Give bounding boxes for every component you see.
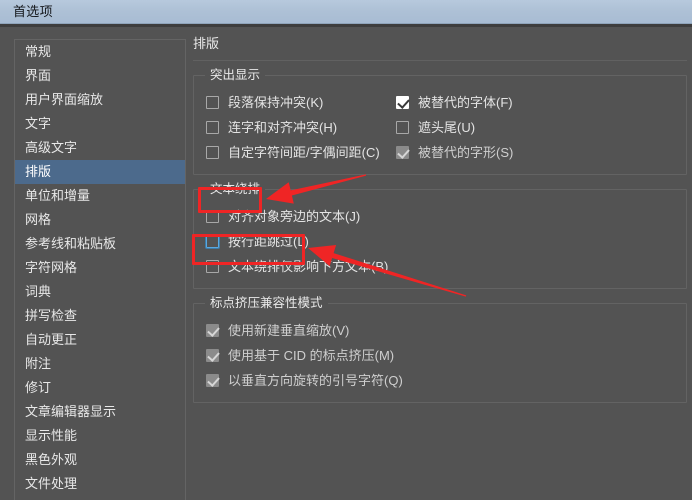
sidebar-item[interactable]: 字符网格 [15, 256, 185, 280]
sidebar-item[interactable]: 附注 [15, 352, 185, 376]
checkbox-box-icon[interactable] [396, 121, 409, 134]
checkbox-box-icon[interactable] [206, 349, 219, 362]
checkbox-label: 段落保持冲突(K) [228, 94, 324, 110]
checkbox-box-icon[interactable] [396, 146, 409, 159]
preferences-window: 首选项 常规 界面 用户界面缩放 文字 高级文字 排版 单位和增量 网格 参考线和粘贴板 字符网格… [0, 0, 692, 500]
checkbox-item[interactable]: 被替代的字形(S) [384, 145, 614, 161]
sidebar-item[interactable]: 排版 [15, 160, 185, 184]
checkbox-row: 使用基于 CID 的标点挤压(M) [194, 343, 686, 368]
sidebar-item[interactable]: 黑色外观 [15, 448, 185, 472]
checkbox-row: 连字和对齐冲突(H) 遮头尾(U) [194, 115, 686, 140]
page-title: 排版 [193, 36, 220, 51]
sidebar-item[interactable]: 修订 [15, 376, 185, 400]
checkbox-label: 被替代的字体(F) [418, 94, 513, 110]
checkbox-box-icon[interactable] [206, 121, 219, 134]
sidebar-item[interactable]: 词典 [15, 280, 185, 304]
panel-divider [193, 60, 687, 61]
checkbox-label: 连字和对齐冲突(H) [228, 119, 338, 135]
checkbox-item[interactable]: 使用基于 CID 的标点挤压(M) [194, 348, 686, 364]
checkbox-box-icon[interactable] [206, 146, 219, 159]
sidebar-item[interactable]: 用户界面缩放 [15, 88, 185, 112]
checkbox-label: 以垂直方向旋转的引号字符(Q) [228, 372, 403, 388]
checkbox-label: 文本绕排仅影响下方文本(B) [228, 258, 389, 274]
checkbox-row: 段落保持冲突(K) 被替代的字体(F) [194, 90, 686, 115]
checkbox-row: 使用新建垂直缩放(V) [194, 318, 686, 343]
checkbox-row: 按行距跳过(L) [194, 229, 686, 254]
sidebar-item[interactable]: 自动更正 [15, 328, 185, 352]
checkbox-box-icon[interactable] [206, 210, 219, 223]
sidebar-item[interactable]: 常规 [15, 40, 185, 64]
checkbox-label: 自定字符间距/字偶间距(C) [228, 144, 380, 160]
settings-group: 标点挤压兼容性模式使用新建垂直缩放(V) 使用基于 CID 的标点挤压(M) 以垂直… [193, 296, 687, 403]
checkbox-item[interactable]: 自定字符间距/字偶间距(C) [194, 145, 384, 161]
checkbox-row: 对齐对象旁边的文本(J) [194, 204, 686, 229]
group-legend: 文本绕排 [205, 182, 266, 197]
sidebar-item[interactable]: 文章编辑器显示 [15, 400, 185, 424]
preferences-category-list[interactable]: 常规 界面 用户界面缩放 文字 高级文字 排版 单位和增量 网格 参考线和粘贴板 字符网格 词典 拼写… [14, 39, 186, 500]
sidebar-item[interactable]: 剪贴板处理 [15, 496, 185, 500]
checkbox-label: 使用新建垂直缩放(V) [228, 322, 350, 338]
sidebar-item[interactable]: 高级文字 [15, 136, 185, 160]
sidebar-item[interactable]: 文件处理 [15, 472, 185, 496]
window-titlebar: 首选项 [0, 0, 692, 24]
sidebar-item[interactable]: 参考线和粘贴板 [15, 232, 185, 256]
sidebar-item[interactable]: 拼写检查 [15, 304, 185, 328]
checkbox-box-icon[interactable] [206, 235, 219, 248]
checkbox-box-icon[interactable] [396, 96, 409, 109]
checkbox-label: 对齐对象旁边的文本(J) [228, 208, 361, 224]
sidebar-item[interactable]: 网格 [15, 208, 185, 232]
checkbox-label: 按行距跳过(L) [228, 233, 309, 249]
checkbox-row: 文本绕排仅影响下方文本(B) [194, 254, 686, 279]
sidebar-item[interactable]: 单位和增量 [15, 184, 185, 208]
checkbox-item[interactable]: 文本绕排仅影响下方文本(B) [194, 259, 686, 275]
checkbox-item[interactable]: 连字和对齐冲突(H) [194, 120, 384, 136]
checkbox-row: 以垂直方向旋转的引号字符(Q) [194, 368, 686, 393]
window-title: 首选项 [13, 4, 53, 19]
checkbox-box-icon[interactable] [206, 374, 219, 387]
checkbox-row: 自定字符间距/字偶间距(C) 被替代的字形(S) [194, 140, 686, 165]
checkbox-item[interactable]: 按行距跳过(L) [194, 234, 686, 250]
settings-group: 文本绕排对齐对象旁边的文本(J) 按行距跳过(L) 文本绕排仅影响下方文本(B) [193, 182, 687, 289]
sidebar-item[interactable]: 界面 [15, 64, 185, 88]
checkbox-box-icon[interactable] [206, 260, 219, 273]
checkbox-item[interactable]: 以垂直方向旋转的引号字符(Q) [194, 373, 686, 389]
checkbox-item[interactable]: 对齐对象旁边的文本(J) [194, 209, 686, 225]
sidebar-item[interactable]: 文字 [15, 112, 185, 136]
checkbox-item[interactable]: 使用新建垂直缩放(V) [194, 323, 686, 339]
group-legend: 标点挤压兼容性模式 [205, 296, 328, 311]
checkbox-box-icon[interactable] [206, 324, 219, 337]
checkbox-item[interactable]: 被替代的字体(F) [384, 95, 614, 111]
preferences-main-panel: 排版 突出显示段落保持冲突(K) 被替代的字体(F) 连字和对齐冲突(H) 遮头尾(U… [193, 36, 687, 500]
checkbox-item[interactable]: 遮头尾(U) [384, 120, 614, 136]
checkbox-item[interactable]: 段落保持冲突(K) [194, 95, 384, 111]
sidebar-item[interactable]: 显示性能 [15, 424, 185, 448]
checkbox-label: 被替代的字形(S) [418, 144, 514, 160]
checkbox-box-icon[interactable] [206, 96, 219, 109]
settings-group: 突出显示段落保持冲突(K) 被替代的字体(F) 连字和对齐冲突(H) 遮头尾(U) 自定… [193, 68, 687, 175]
group-legend: 突出显示 [205, 68, 266, 83]
checkbox-label: 遮头尾(U) [418, 119, 476, 135]
checkbox-label: 使用基于 CID 的标点挤压(M) [228, 347, 395, 363]
